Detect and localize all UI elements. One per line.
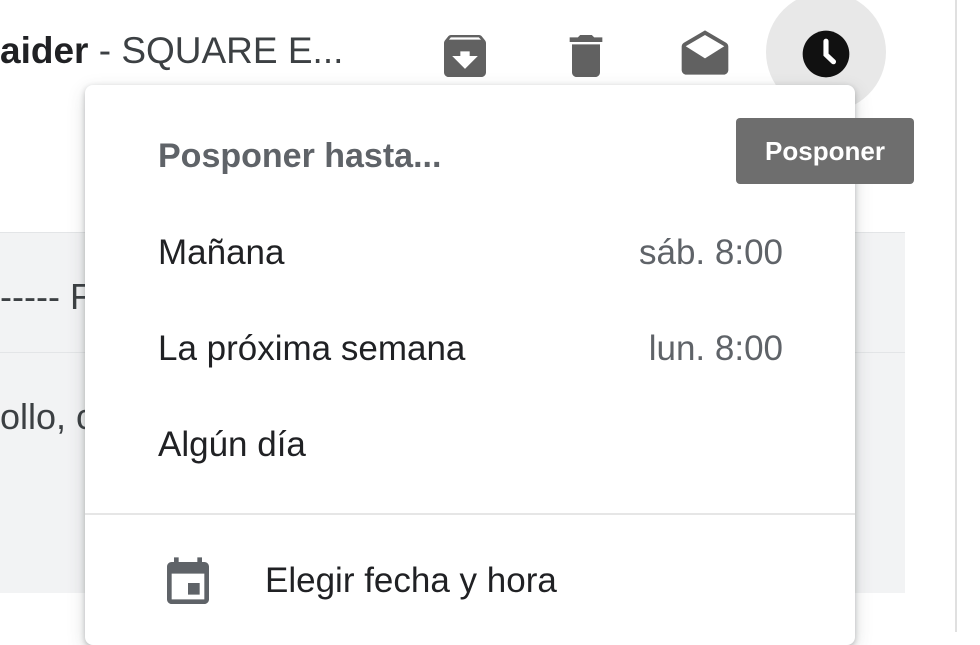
archive-icon: [444, 35, 486, 77]
email-row-snippet: ollo, c: [0, 396, 95, 437]
option-label: La próxima semana: [158, 329, 466, 368]
email-subject: SQUARE E...: [121, 30, 344, 71]
option-time: lun. 8:00: [648, 329, 783, 368]
snooze-tooltip: Posponer: [736, 118, 914, 184]
option-label: Elegir fecha y hora: [265, 561, 557, 600]
email-header[interactable]: aider - SQUARE E...: [0, 30, 343, 72]
header-separator: -: [88, 30, 122, 71]
option-time: sáb. 8:00: [639, 233, 783, 272]
snooze-option-someday[interactable]: Algún día: [85, 397, 855, 493]
scrollbar-track[interactable]: [955, 0, 957, 632]
option-label: Mañana: [158, 233, 285, 272]
email-sender: aider: [0, 30, 89, 71]
snooze-option-pick-date[interactable]: Elegir fecha y hora: [85, 535, 855, 645]
menu-title: Posponer hasta...: [158, 137, 442, 175]
snooze-icon-wrap[interactable]: [798, 26, 854, 82]
snooze-option-next-week[interactable]: La próxima semana lun. 8:00: [85, 301, 855, 397]
envelope-open-icon: [681, 30, 729, 75]
menu-divider: [85, 513, 855, 515]
option-label: Algún día: [158, 425, 306, 464]
mark-read-button[interactable]: [677, 28, 733, 84]
archive-button[interactable]: [437, 28, 493, 84]
snooze-option-tomorrow[interactable]: Mañana sáb. 8:00: [85, 205, 855, 301]
delete-button[interactable]: [558, 28, 614, 84]
calendar-icon: [167, 557, 209, 604]
clock-icon: [802, 30, 850, 78]
trash-icon: [569, 35, 603, 77]
email-row-snippet: ----- F: [0, 276, 92, 317]
